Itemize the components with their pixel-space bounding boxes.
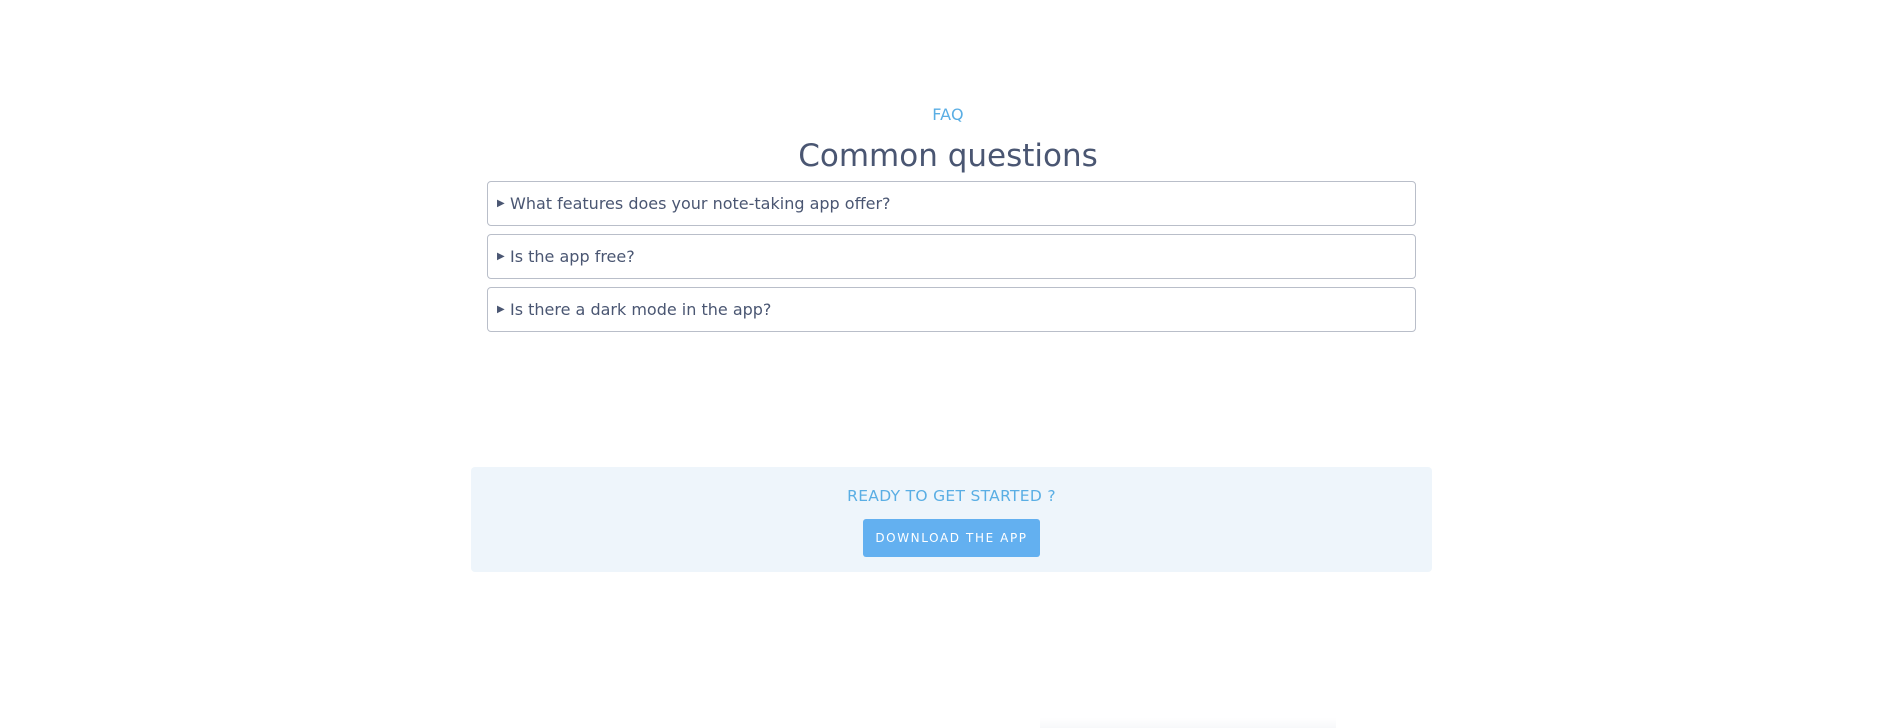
section-title: Common questions [798, 138, 1098, 174]
cta-banner: READY TO GET STARTED ? DOWNLOAD THE APP [471, 467, 1432, 572]
faq-question: What features does your note-taking app … [510, 194, 891, 213]
footer-edge [1040, 718, 1336, 728]
download-app-button[interactable]: DOWNLOAD THE APP [863, 519, 1040, 557]
caret-right-icon: ▶ [497, 198, 505, 209]
page: FAQ Common questions ▶ What features doe… [0, 0, 1896, 728]
faq-item-features[interactable]: ▶ What features does your note-taking ap… [487, 181, 1416, 226]
caret-right-icon: ▶ [497, 251, 505, 262]
faq-eyebrow: FAQ [932, 105, 964, 124]
faq-question: Is there a dark mode in the app? [510, 300, 772, 319]
faq-item-free[interactable]: ▶ Is the app free? [487, 234, 1416, 279]
caret-right-icon: ▶ [497, 304, 505, 315]
cta-title: READY TO GET STARTED ? [847, 487, 1056, 505]
faq-list: ▶ What features does your note-taking ap… [487, 181, 1416, 340]
faq-item-dark-mode[interactable]: ▶ Is there a dark mode in the app? [487, 287, 1416, 332]
faq-question: Is the app free? [510, 247, 635, 266]
